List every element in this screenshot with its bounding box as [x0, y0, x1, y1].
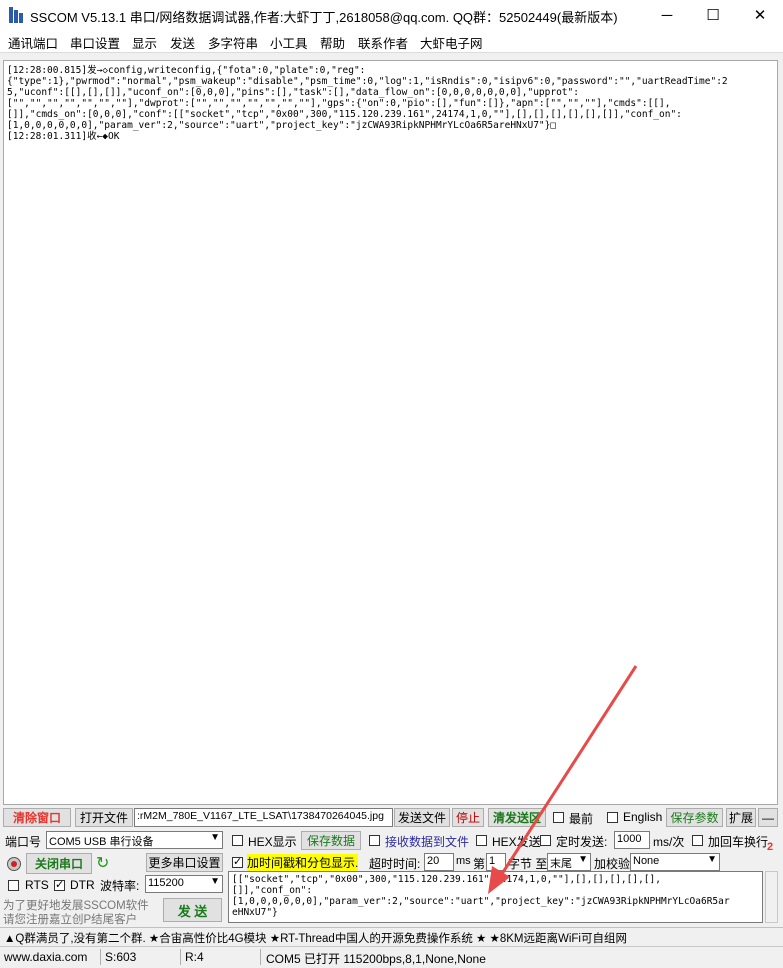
ticker-text: ▲Q群满员了,没有第二个群. ★合宙高性价比4G模块 ★RT-Thread中国人… — [4, 933, 627, 945]
refresh-icon[interactable]: ↻ — [96, 853, 109, 873]
status-sent-count: S:603 — [105, 950, 137, 964]
status-recv-count: R:4 — [185, 950, 204, 964]
close-port-button[interactable]: 关闭串口 — [26, 853, 92, 874]
recv-to-file-label: 接收数据到文件 — [385, 835, 470, 849]
status-port-state: COM5 已打开 115200bps,8,1,None,None — [266, 952, 486, 966]
clear-window-button[interactable]: 清除窗口 — [3, 808, 71, 827]
recv-to-file-checkbox[interactable] — [369, 835, 380, 846]
minimize-button[interactable]: ─ — [644, 0, 690, 30]
send-file-button[interactable]: 发送文件 — [394, 808, 450, 827]
menu-tools[interactable]: 小工具 — [270, 33, 308, 52]
menu-help[interactable]: 帮助 — [320, 33, 345, 52]
file-path-field[interactable]: :rM2M_780E_V1167_LTE_LSAT\1738470264045.… — [134, 808, 393, 827]
timeout-unit: ms — [456, 855, 471, 867]
status-website[interactable]: www.daxia.com — [4, 950, 87, 964]
app-icon — [9, 7, 23, 23]
chevron-down-icon: ▼ — [707, 854, 717, 865]
timeout-label: 超时时间: — [369, 857, 421, 871]
status-bar: www.daxia.com S:603 R:4 COM5 已打开 115200b… — [0, 946, 783, 968]
timestamp-label: 加时间戳和分包显示. — [247, 854, 359, 871]
menu-display[interactable]: 显示 — [132, 33, 157, 52]
hex-display-label: HEX显示 — [248, 835, 297, 849]
close-button[interactable]: ✕ — [737, 0, 783, 30]
send-button[interactable]: 发 送 — [163, 898, 222, 922]
chevron-down-icon: ▼ — [210, 832, 220, 843]
dtr-label: DTR — [70, 878, 95, 892]
hex-display-checkbox[interactable] — [232, 835, 243, 846]
chevron-down-icon: ▼ — [210, 876, 220, 887]
port-status-led — [7, 857, 21, 871]
window-title: SSCOM V5.13.1 串口/网络数据调试器,作者:大虾丁丁,2618058… — [30, 10, 618, 25]
title-bar: SSCOM V5.13.1 串口/网络数据调试器,作者:大虾丁丁,2618058… — [0, 0, 783, 30]
expand-button[interactable]: 扩展 — [726, 808, 756, 827]
menu-send[interactable]: 发送 — [170, 33, 195, 52]
port-label: 端口号 — [5, 835, 42, 849]
rts-label: RTS — [25, 878, 49, 892]
baud-label: 波特率: — [100, 879, 140, 893]
menu-bar: 通讯端口 串口设置 显示 发送 多字符串 小工具 帮助 联系作者 大虾电子网 — [0, 30, 783, 53]
menu-serial-settings[interactable]: 串口设置 — [70, 33, 120, 52]
dtr-checkbox[interactable] — [54, 878, 65, 891]
timeout-input[interactable]: 20 — [424, 853, 454, 871]
more-serial-settings-button[interactable]: 更多串口设置 — [146, 853, 223, 872]
receive-log[interactable]: [12:28:00.815]发→◇config,writeconfig,{"fo… — [3, 60, 778, 805]
promo-line-2: 请您注册嘉立创P结尾客户 — [3, 914, 138, 926]
annotation-arrow-icon — [488, 665, 638, 894]
baud-select[interactable]: 115200 ▼ — [145, 875, 223, 893]
menu-comm-port[interactable]: 通讯端口 — [8, 33, 58, 52]
maximize-button[interactable]: ☐ — [690, 0, 736, 30]
rts-checkbox[interactable] — [8, 880, 19, 891]
receive-log-text: [12:28:00.815]发→◇config,writeconfig,{"fo… — [7, 65, 728, 142]
annotation-badge: 2 — [767, 841, 774, 853]
baud-select-value: 115200 — [148, 877, 184, 889]
send-area-scrollbar[interactable] — [765, 871, 778, 923]
menu-daxia-site[interactable]: 大虾电子网 — [420, 33, 483, 52]
news-ticker[interactable]: ▲Q群满员了,没有第二个群. ★合宙高性价比4G模块 ★RT-Thread中国人… — [0, 927, 783, 946]
menu-multi-string[interactable]: 多字符串 — [208, 33, 258, 52]
collapse-button[interactable]: — — [758, 808, 778, 827]
open-file-button[interactable]: 打开文件 — [75, 808, 133, 827]
port-select[interactable]: COM5 USB 串行设备 ▼ — [46, 831, 223, 849]
menu-contact-author[interactable]: 联系作者 — [358, 33, 408, 52]
timestamp-checkbox[interactable] — [232, 855, 243, 868]
save-params-button[interactable]: 保存参数 — [666, 808, 723, 827]
port-select-value: COM5 USB 串行设备 — [49, 836, 154, 848]
interval-unit: ms/次 — [653, 835, 685, 849]
add-crlf-label: 加回车换行 — [708, 835, 769, 849]
save-data-button[interactable]: 保存数据 — [301, 831, 361, 850]
add-crlf-checkbox[interactable] — [692, 835, 703, 846]
